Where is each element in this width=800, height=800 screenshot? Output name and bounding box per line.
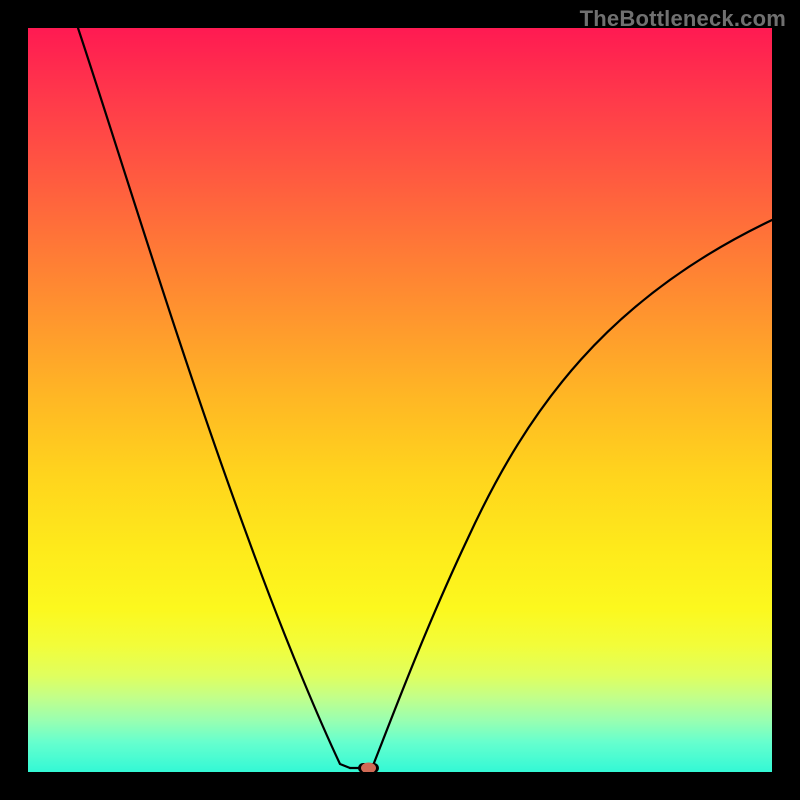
curve-right-branch: [372, 220, 772, 768]
plot-area: [28, 28, 772, 772]
chart-frame: TheBottleneck.com: [0, 0, 800, 800]
curve-left-branch: [78, 28, 350, 768]
chart-svg: [28, 28, 772, 772]
